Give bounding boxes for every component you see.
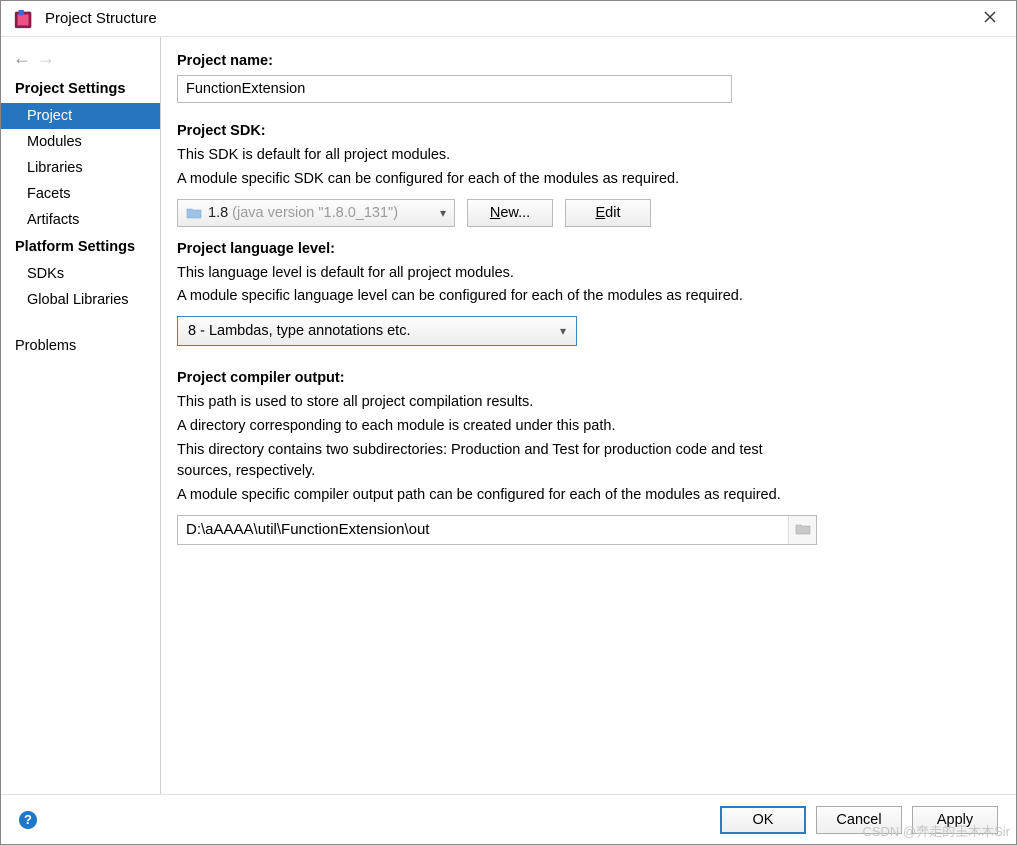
sidebar-item-problems[interactable]: Problems (1, 333, 160, 359)
sidebar-item-global-libraries[interactable]: Global Libraries (1, 287, 160, 313)
sidebar: ← → Project Settings Project Modules Lib… (1, 37, 161, 794)
new-sdk-button[interactable]: NNew...ew... (467, 199, 553, 227)
language-level-value: 8 - Lambdas, type annotations etc. (188, 323, 410, 339)
sidebar-item-label: Modules (27, 134, 82, 150)
close-icon[interactable] (976, 6, 1004, 32)
sidebar-item-label: Project (27, 108, 72, 124)
sidebar-item-modules[interactable]: Modules (1, 129, 160, 155)
titlebar: Project Structure (1, 1, 1016, 37)
sidebar-item-artifacts[interactable]: Artifacts (1, 207, 160, 233)
sidebar-item-sdks[interactable]: SDKs (1, 261, 160, 287)
forward-icon: → (37, 49, 55, 67)
cancel-button[interactable]: Cancel (816, 806, 902, 834)
folder-icon (795, 522, 811, 538)
footer: ? OK Cancel Apply (1, 794, 1016, 844)
sidebar-item-label: Artifacts (27, 212, 79, 228)
section-platform-settings: Platform Settings (1, 233, 160, 261)
sidebar-item-label: Facets (27, 186, 71, 202)
compiler-output-input[interactable] (178, 517, 788, 542)
sidebar-item-label: Problems (15, 338, 76, 354)
sdk-description-1: This SDK is default for all project modu… (177, 145, 996, 167)
sidebar-item-libraries[interactable]: Libraries (1, 155, 160, 181)
sidebar-item-project[interactable]: Project (1, 103, 160, 129)
project-name-label: Project name: (177, 53, 996, 69)
sdk-version-hint: (java version "1.8.0_131") (232, 205, 398, 221)
sidebar-item-label: Global Libraries (27, 292, 129, 308)
project-name-input[interactable] (177, 75, 732, 103)
sdk-value: 1.8 (208, 205, 228, 221)
out-description-4: A module specific compiler output path c… (177, 485, 817, 507)
sidebar-item-label: SDKs (27, 266, 64, 282)
chevron-down-icon: ▾ (560, 324, 566, 338)
section-project-settings: Project Settings (1, 75, 160, 103)
lang-description-1: This language level is default for all p… (177, 263, 996, 285)
out-description-2: A directory corresponding to each module… (177, 416, 996, 438)
sidebar-item-facets[interactable]: Facets (1, 181, 160, 207)
apply-button[interactable]: Apply (912, 806, 998, 834)
sidebar-item-label: Libraries (27, 160, 83, 176)
project-sdk-dropdown[interactable]: 1.8 (java version "1.8.0_131") ▾ (177, 199, 455, 227)
window-title: Project Structure (45, 10, 976, 27)
out-description-3: This directory contains two subdirectori… (177, 440, 817, 484)
edit-sdk-button[interactable]: EditEdit (565, 199, 651, 227)
language-level-label: Project language level: (177, 241, 996, 257)
project-sdk-label: Project SDK: (177, 123, 996, 139)
lang-description-2: A module specific language level can be … (177, 286, 996, 308)
folder-icon (186, 207, 202, 219)
chevron-down-icon: ▾ (440, 206, 446, 220)
browse-folder-button[interactable] (788, 516, 816, 544)
out-description-1: This path is used to store all project c… (177, 392, 996, 414)
compiler-output-label: Project compiler output: (177, 370, 996, 386)
app-icon (13, 8, 35, 30)
main-panel: Project name: Project SDK: This SDK is d… (161, 37, 1016, 794)
project-structure-window: Project Structure ← → Project Settings P… (0, 0, 1017, 845)
language-level-dropdown[interactable]: 8 - Lambdas, type annotations etc. ▾ (177, 316, 577, 346)
ok-button[interactable]: OK (720, 806, 806, 834)
help-icon[interactable]: ? (19, 811, 37, 829)
sdk-description-2: A module specific SDK can be configured … (177, 169, 996, 191)
back-icon[interactable]: ← (13, 49, 31, 67)
